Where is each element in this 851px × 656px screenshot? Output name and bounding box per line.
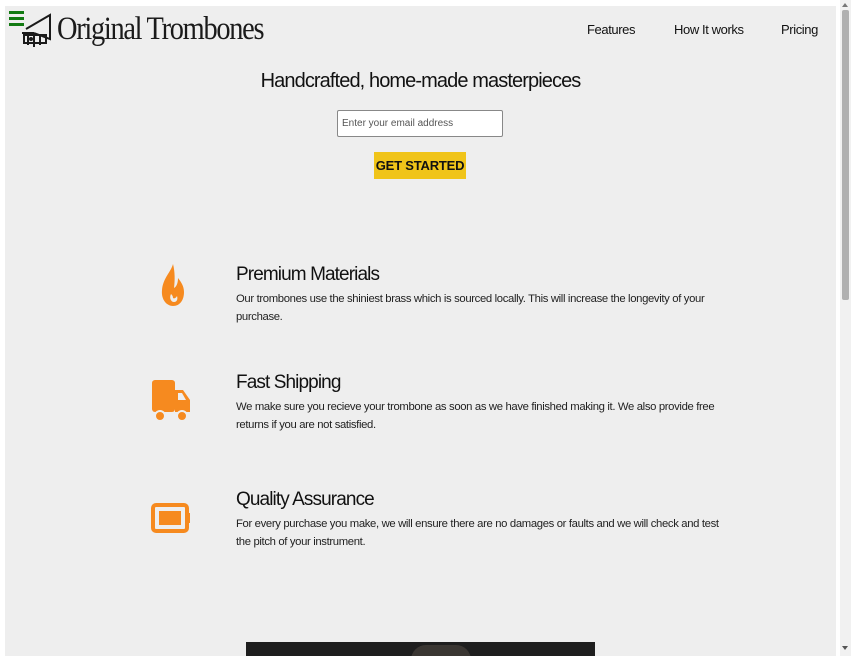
scrollbar-thumb[interactable]	[842, 10, 849, 300]
page-header: Original Trombones Features How It works…	[5, 6, 836, 52]
logo-text: Original Trombones	[57, 11, 265, 47]
nav-link-how-it-works[interactable]: How It works	[674, 22, 744, 37]
get-started-button[interactable]: GET STARTED	[374, 152, 466, 179]
scroll-up-arrow-icon[interactable]	[842, 3, 848, 7]
hero-title: Handcrafted, home-made masterpieces	[260, 70, 582, 92]
feature-description: For every purchase you make, we will ens…	[236, 518, 719, 548]
vertical-scrollbar[interactable]	[840, 0, 851, 656]
scroll-down-arrow-icon[interactable]	[842, 646, 848, 650]
feature-title: Quality Assurance	[236, 489, 375, 510]
landing-page: Original Trombones Features How It works…	[5, 6, 836, 656]
truck-icon	[152, 380, 190, 422]
video-frame	[411, 645, 471, 656]
battery-icon	[151, 503, 190, 533]
feature-title: Premium Materials	[236, 264, 380, 285]
email-input[interactable]	[337, 110, 503, 137]
nav-link-pricing[interactable]: Pricing	[781, 22, 818, 37]
feature-title: Fast Shipping	[236, 372, 341, 393]
logo[interactable]: Original Trombones	[20, 7, 297, 51]
trombone-logo-icon	[22, 13, 51, 47]
fire-icon	[161, 264, 184, 306]
nav-link-features[interactable]: Features	[587, 22, 636, 37]
feature-description: We make sure you recieve your trombone a…	[236, 401, 715, 431]
video-player[interactable]	[246, 642, 595, 656]
feature-description: Our trombones use the shiniest brass whi…	[236, 293, 705, 323]
browser-viewport: Original Trombones Features How It works…	[0, 0, 851, 656]
